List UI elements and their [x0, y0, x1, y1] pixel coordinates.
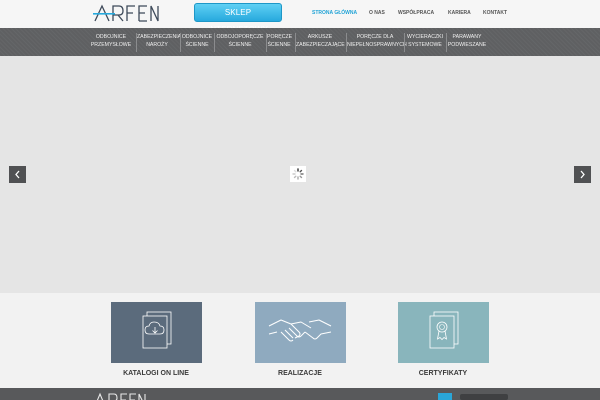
category-line: ZABEZPIECZAJĄCE	[296, 41, 345, 48]
category-line: NIEPEŁNOSPRAWNYCH	[347, 41, 407, 48]
category-line: ARKUSZE	[307, 34, 333, 40]
category-line: PORĘCZE	[267, 34, 293, 40]
top-header: SKLEP INTERNETOWY STRONA GŁÓWNA O NAS WS…	[0, 0, 600, 34]
tile-label-catalogs[interactable]: KATALOGI ON LINE	[96, 370, 216, 377]
spinner-icon	[290, 166, 306, 182]
category-item[interactable]: ODBOJOPORĘCZE ŚCIENNE	[215, 34, 265, 49]
category-item[interactable]: PORĘCZE DLA NIEPEŁNOSPRAWNYCH	[347, 34, 407, 49]
footer-contact-text	[460, 394, 508, 400]
category-line: ŚCIENNE	[228, 41, 252, 48]
category-line: SYSTEMOWE	[408, 41, 442, 48]
hero-slider	[0, 56, 600, 293]
arfen-logo[interactable]	[93, 3, 159, 23]
category-item[interactable]: PARAWANY PODWIESZANE	[447, 34, 487, 49]
chevron-left-icon	[15, 170, 20, 179]
category-line: WYCIERACZKI	[406, 34, 444, 40]
tile-label-certificates[interactable]: CERTYFIKATY	[383, 370, 503, 377]
tile-certificates[interactable]	[398, 302, 489, 363]
category-line: ŚCIENNE	[185, 41, 209, 48]
certificate-icon	[398, 302, 489, 363]
category-item[interactable]: ODBOJNICE ŚCIENNE	[181, 34, 213, 49]
category-item[interactable]: PORĘCZE ŚCIENNE	[267, 34, 293, 49]
category-line: ODBOJNICE	[95, 34, 127, 40]
category-line: PARAWANY	[452, 34, 482, 40]
footer-logo[interactable]	[94, 392, 146, 400]
nav-career[interactable]: KARIERA	[448, 10, 471, 16]
category-line: ODBOJOPORĘCZE	[216, 34, 264, 40]
tile-realizations[interactable]	[255, 302, 346, 363]
category-item[interactable]: ODBOJNICE PRZEMYSŁOWE	[86, 34, 136, 49]
category-line: NAROŻY	[146, 41, 168, 48]
category-line: ŚCIENNE	[267, 41, 291, 48]
tile-label-realizations[interactable]: REALIZACJE	[240, 370, 360, 377]
handshake-icon	[255, 302, 346, 363]
facebook-icon[interactable]	[438, 393, 452, 400]
category-item[interactable]: ARKUSZE ZABEZPIECZAJĄCE	[296, 34, 345, 49]
chevron-right-icon	[580, 170, 585, 179]
nav-about[interactable]: O NAS	[369, 10, 385, 16]
category-line: PRZEMYSŁOWE	[90, 41, 132, 48]
category-line: PORĘCZE DLA	[356, 34, 394, 40]
slider-next-button[interactable]	[574, 166, 591, 183]
category-item[interactable]: WYCIERACZKI SYSTEMOWE	[405, 34, 445, 49]
slider-prev-button[interactable]	[9, 166, 26, 183]
page: { "header": { "logo_text": "ARFEN", "sho…	[0, 0, 600, 400]
nav-contact[interactable]: KONTAKT	[483, 10, 507, 16]
cloud-download-document-icon	[111, 302, 202, 363]
category-bar: ODBOJNICE PRZEMYSŁOWE ZABEZPIECZENIA NAROŻ…	[0, 28, 600, 56]
nav-home[interactable]: STRONA GŁÓWNA	[312, 10, 357, 16]
category-line: ODBOJNICE	[181, 34, 213, 40]
category-item[interactable]: ZABEZPIECZENIA NAROŻY	[137, 34, 181, 49]
shop-button[interactable]: SKLEP INTERNETOWY	[194, 3, 282, 34]
tile-catalogs[interactable]	[111, 302, 202, 363]
category-line: ZABEZPIECZENIA	[137, 34, 182, 40]
footer	[0, 388, 600, 400]
category-line: PODWIESZANE	[447, 41, 487, 48]
nav-cooperation[interactable]: WSPÓŁPRACA	[398, 10, 434, 16]
